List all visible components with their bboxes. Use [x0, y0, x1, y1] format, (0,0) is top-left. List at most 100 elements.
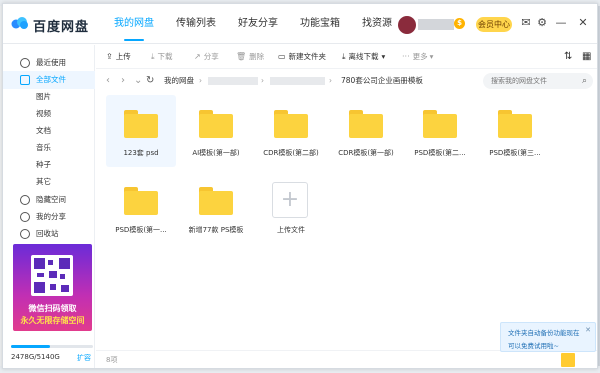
sidebar-item-label: 其它: [36, 177, 51, 186]
sidebar-item-label: 图片: [36, 92, 51, 101]
title-bar: 百度网盘 我的网盘 传输列表 好友分享 功能宝箱 找资源 $ 会员中心 ✉ ⚙ …: [3, 4, 597, 44]
folder-icon: [199, 110, 233, 138]
upload-icon: ⇪: [106, 52, 113, 61]
file-item[interactable]: 123套 psd: [106, 95, 176, 167]
upload-button[interactable]: ⇪ 上传: [106, 45, 131, 69]
sidebar: 最近使用 全部文件 图片 视频 文档 音乐 种子 其它 隐藏空间 我的分享 回收…: [3, 45, 95, 368]
offline-download-button[interactable]: ⤓ 离线下载 ▾: [342, 45, 385, 69]
upload-tile-label: 上传文件: [277, 226, 305, 234]
avatar[interactable]: [398, 16, 416, 34]
expand-storage-link[interactable]: 扩容: [77, 353, 91, 363]
file-name: PSD模板(第一...: [115, 226, 167, 234]
member-center-button[interactable]: 会员中心: [476, 17, 512, 32]
search-input[interactable]: [491, 75, 575, 87]
new-folder-button[interactable]: ▭ 新建文件夹: [278, 45, 326, 69]
sidebar-item-label: 文档: [36, 126, 51, 135]
plus-icon: +: [280, 187, 300, 212]
breadcrumb-separator: ›: [199, 76, 202, 85]
sort-icon[interactable]: ⇅: [564, 51, 572, 63]
breadcrumb-current[interactable]: 780套公司企业画册模板: [341, 75, 423, 87]
tab-transfer-list[interactable]: 传输列表: [165, 4, 227, 44]
sidebar-item-music[interactable]: 音乐: [3, 139, 95, 157]
file-name: PSD模板(第三...: [489, 149, 541, 157]
toast-text: 可以免费试用啦~: [508, 342, 559, 350]
promo-banner[interactable]: 微信扫码领取 永久无限存储空间: [13, 244, 92, 331]
backup-toast[interactable]: 文件夹自动备份功能现在 可以免费试用啦~ ✕: [500, 322, 596, 352]
sidebar-item-other[interactable]: 其它: [3, 173, 95, 191]
sidebar-item-all-files[interactable]: 全部文件: [3, 71, 95, 89]
sidebar-item-torrents[interactable]: 种子: [3, 156, 95, 174]
search-box[interactable]: ⌕: [483, 73, 593, 89]
file-name: 新增77款 PS模板: [188, 226, 244, 234]
username-redacted[interactable]: [418, 19, 454, 30]
status-bar: 8项: [96, 350, 597, 368]
breadcrumb-root[interactable]: 我的网盘: [164, 75, 194, 87]
clock-icon: [20, 58, 30, 68]
file-item[interactable]: CDR模板(第一部): [331, 95, 401, 167]
breadcrumb-redacted[interactable]: [208, 77, 258, 85]
sidebar-item-label: 我的分享: [36, 212, 66, 221]
folder-icon: [349, 110, 383, 138]
settings-icon[interactable]: ⚙: [535, 16, 549, 30]
sidebar-item-videos[interactable]: 视频: [3, 105, 95, 123]
refresh-icon[interactable]: ↻: [146, 75, 154, 87]
file-item[interactable]: PSD模板(第二...: [405, 95, 475, 167]
folder-icon: [199, 187, 233, 215]
share-button[interactable]: ↗ 分享: [194, 45, 219, 69]
file-item[interactable]: PSD模板(第一...: [106, 172, 176, 244]
sidebar-item-label: 视频: [36, 109, 51, 118]
more-button[interactable]: ··· 更多 ▾: [402, 45, 433, 69]
sidebar-item-my-shares[interactable]: 我的分享: [3, 208, 95, 226]
coin-badge[interactable]: $: [454, 18, 465, 29]
sidebar-item-label: 隐藏空间: [36, 195, 66, 204]
app-brand: 百度网盘: [33, 20, 90, 35]
sidebar-item-label: 音乐: [36, 143, 51, 152]
forward-icon[interactable]: ›: [121, 75, 125, 87]
sidebar-item-label: 回收站: [36, 229, 59, 238]
tab-find-resources[interactable]: 找资源: [351, 4, 403, 44]
sidebar-item-docs[interactable]: 文档: [3, 122, 95, 140]
dropdown-icon[interactable]: ⌄: [134, 75, 142, 87]
file-item[interactable]: CDR模板(第二部): [256, 95, 326, 167]
sidebar-item-recent[interactable]: 最近使用: [3, 54, 95, 72]
search-icon[interactable]: ⌕: [582, 74, 587, 88]
upload-file-tile[interactable]: + 上传文件: [256, 172, 326, 244]
tab-friend-share[interactable]: 好友分享: [227, 4, 289, 44]
trash-icon: [20, 229, 30, 239]
file-item[interactable]: AI模板(第一部): [181, 95, 251, 167]
sidebar-item-label: 种子: [36, 160, 51, 169]
toolbar: ⇪ 上传 ⤓ 下载 ↗ 分享 🗑 删除 ▭ 新建文件夹 ⤓ 离线下载 ▾ ··· 更多 ▾ ⇅ ▦: [96, 45, 597, 69]
folder-icon: [124, 187, 158, 215]
qr-code: [31, 255, 73, 296]
folder-icon: [423, 110, 457, 138]
offline-download-icon: ⤓: [342, 52, 346, 61]
breadcrumb-separator: ›: [329, 76, 332, 85]
file-item[interactable]: 新增77款 PS模板: [181, 172, 251, 244]
sidebar-item-recycle-bin[interactable]: 回收站: [3, 225, 95, 243]
toast-text: 文件夹自动备份功能现在: [508, 329, 580, 337]
main-nav: 我的网盘 传输列表 好友分享 功能宝箱 找资源: [103, 4, 403, 44]
gift-icon[interactable]: [561, 353, 575, 367]
storage-text: 2478G/5140G: [11, 353, 60, 361]
grid-view-icon[interactable]: ▦: [582, 51, 591, 63]
trash-icon: 🗑: [236, 52, 247, 61]
tab-my-disk[interactable]: 我的网盘: [103, 4, 165, 44]
file-item[interactable]: PSD模板(第三...: [480, 95, 550, 167]
sidebar-item-images[interactable]: 图片: [3, 88, 95, 106]
breadcrumb-redacted[interactable]: [270, 77, 325, 85]
delete-button[interactable]: 🗑 删除: [236, 45, 264, 69]
minimize-icon[interactable]: —: [554, 16, 568, 30]
folder-icon: [20, 75, 30, 85]
promo-title: 微信扫码领取: [28, 304, 77, 313]
storage-bar: [11, 345, 93, 348]
back-icon[interactable]: ‹: [106, 75, 110, 87]
close-icon[interactable]: ✕: [576, 16, 590, 30]
tab-toolbox[interactable]: 功能宝箱: [289, 4, 351, 44]
download-button[interactable]: ⤓ 下载: [151, 45, 173, 69]
app-window: 百度网盘 我的网盘 传输列表 好友分享 功能宝箱 找资源 $ 会员中心 ✉ ⚙ …: [2, 3, 598, 369]
sidebar-item-hidden-space[interactable]: 隐藏空间: [3, 191, 95, 209]
item-count: 8项: [106, 356, 118, 364]
upload-tile[interactable]: +: [272, 182, 308, 218]
close-icon[interactable]: ✕: [585, 326, 591, 334]
mail-icon[interactable]: ✉: [519, 16, 533, 30]
